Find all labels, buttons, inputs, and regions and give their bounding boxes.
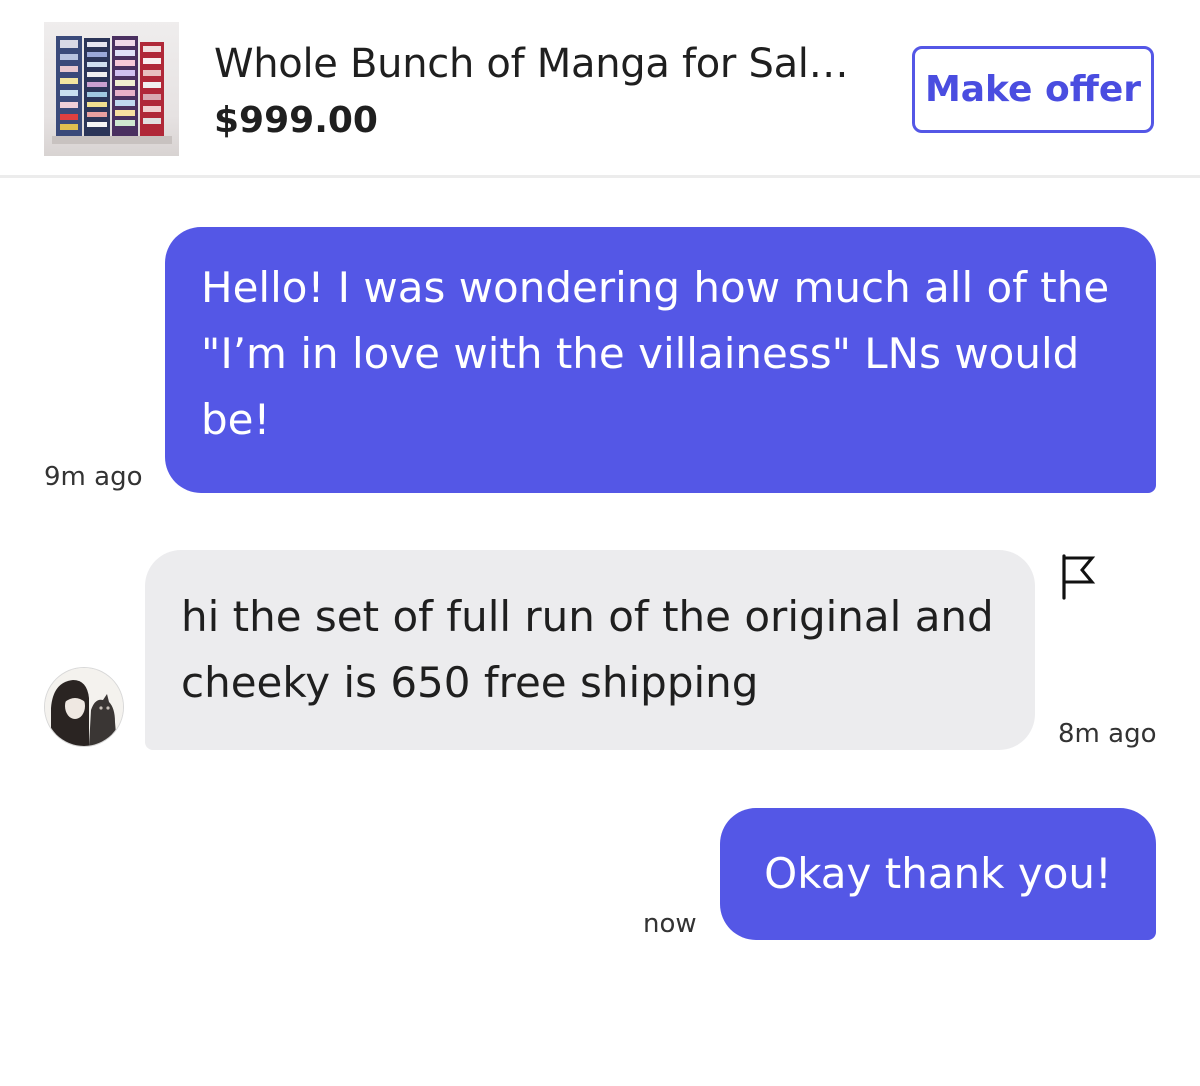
incoming-message-bubble: hi the set of full run of the original a… <box>145 550 1035 750</box>
message-timestamp: now <box>643 909 697 939</box>
manga-stack-image <box>52 36 172 144</box>
listing-thumbnail[interactable] <box>44 22 179 156</box>
make-offer-button[interactable]: Make offer <box>912 46 1154 133</box>
listing-header: Whole Bunch of Manga for Sal… $999.00 Ma… <box>0 0 1200 178</box>
listing-price: $999.00 <box>214 100 378 141</box>
message-timestamp: 8m ago <box>1058 719 1157 749</box>
outgoing-message-bubble: Okay thank you! <box>720 808 1156 940</box>
avatar-image <box>45 668 123 746</box>
outgoing-message-bubble: Hello! I was wondering how much all of t… <box>165 227 1156 493</box>
message-timestamp: 9m ago <box>44 462 143 492</box>
user-avatar[interactable] <box>45 668 123 746</box>
report-flag-icon[interactable] <box>1058 552 1098 602</box>
listing-title[interactable]: Whole Bunch of Manga for Sal… <box>214 38 874 90</box>
